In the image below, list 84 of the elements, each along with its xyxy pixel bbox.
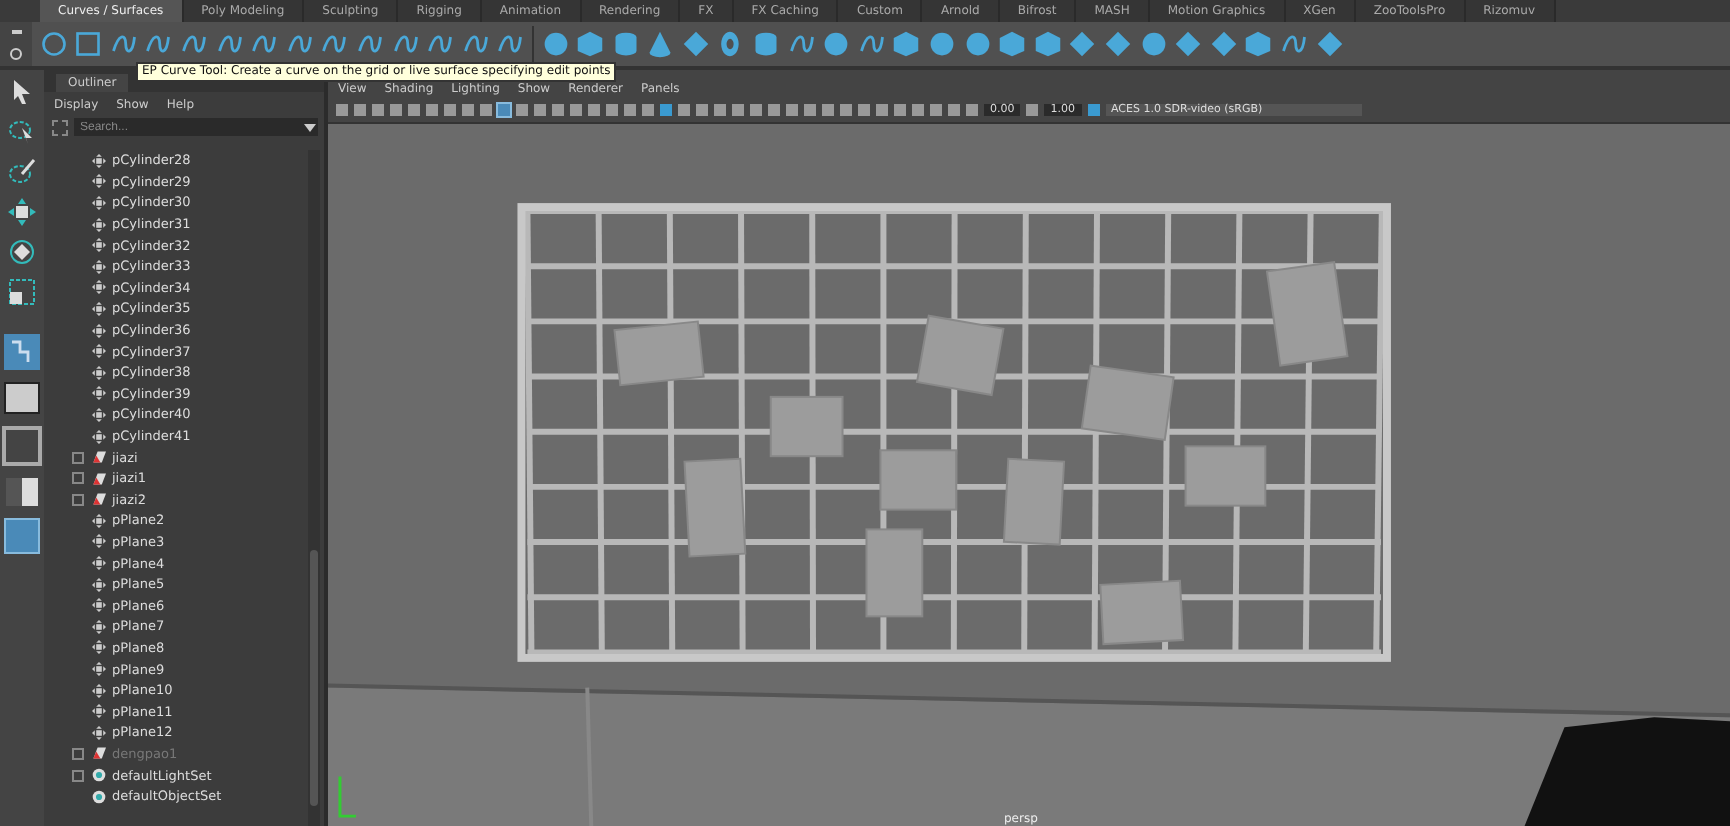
transform-icon	[92, 556, 106, 571]
group-icon	[92, 492, 106, 507]
curve-icon[interactable]	[320, 30, 349, 58]
transform-icon	[92, 344, 106, 359]
sphere-icon[interactable]	[963, 30, 992, 58]
transform-icon	[92, 259, 106, 274]
curve-icon[interactable]	[109, 30, 138, 58]
curve-icon[interactable]	[787, 30, 816, 58]
transform-icon	[92, 619, 106, 634]
group-icon	[92, 471, 106, 486]
paint-tool-icon[interactable]	[8, 158, 36, 186]
expand-box-icon[interactable]	[72, 769, 84, 782]
diamond-icon[interactable]	[1209, 30, 1238, 58]
transform-icon	[92, 640, 106, 655]
transform-icon	[92, 195, 106, 210]
curve-icon[interactable]	[426, 30, 455, 58]
single-pane-layout-icon[interactable]	[4, 382, 40, 414]
transform-icon	[92, 429, 106, 444]
curve-icon[interactable]	[215, 30, 244, 58]
toolbar-icon[interactable]	[1087, 104, 1099, 116]
transform-icon	[92, 238, 106, 253]
curve-icon[interactable]	[250, 30, 279, 58]
transform-icon	[92, 301, 106, 316]
cube-icon[interactable]	[1033, 30, 1062, 58]
cylinder-icon[interactable]	[752, 30, 781, 58]
toolbar-icon[interactable]	[1026, 104, 1039, 116]
select-box-icon[interactable]	[52, 119, 68, 135]
sphere-icon[interactable]	[928, 30, 957, 58]
sphere-icon[interactable]	[541, 30, 569, 58]
curve-icon[interactable]	[857, 30, 886, 58]
expand-box-icon[interactable]	[72, 451, 84, 464]
rotate-tool-icon[interactable]	[8, 238, 36, 266]
expand-box-icon[interactable]	[72, 493, 84, 506]
diamond-icon[interactable]	[1174, 30, 1203, 58]
curve-icon[interactable]	[1279, 30, 1308, 58]
transform-icon	[92, 513, 106, 528]
transform-icon	[92, 598, 106, 613]
torus-icon[interactable]	[716, 30, 745, 58]
cylinder-icon[interactable]	[611, 30, 640, 58]
diamond-icon[interactable]	[1315, 30, 1344, 58]
scale-tool-icon[interactable]	[8, 278, 36, 306]
group-icon	[92, 746, 106, 761]
cube-icon[interactable]	[892, 30, 921, 58]
curve-icon[interactable]	[461, 30, 490, 58]
cube-icon[interactable]	[576, 30, 605, 58]
transform-icon	[92, 217, 106, 232]
curve-tool-button[interactable]	[4, 334, 40, 370]
transform-icon	[92, 534, 106, 549]
expand-box-icon[interactable]	[72, 472, 84, 485]
cube-icon[interactable]	[1244, 30, 1273, 58]
curve-icon[interactable]	[285, 30, 314, 58]
outliner-layout-button[interactable]	[4, 518, 40, 554]
transform-icon	[92, 725, 106, 740]
transform-icon	[92, 280, 106, 295]
transform-icon	[92, 662, 106, 677]
diamond-icon[interactable]	[1068, 30, 1097, 58]
move-tool-icon[interactable]	[8, 198, 36, 226]
four-pane-layout-icon[interactable]	[2, 426, 42, 466]
cube-icon[interactable]	[998, 30, 1027, 58]
sphere-icon[interactable]	[1139, 30, 1168, 58]
transform-icon	[92, 407, 106, 422]
curve-icon[interactable]	[355, 30, 384, 58]
curve-icon[interactable]	[144, 30, 173, 58]
diamond-icon[interactable]	[1104, 30, 1132, 58]
transform-icon	[92, 386, 106, 401]
transform-icon	[92, 577, 106, 592]
transform-icon	[92, 323, 106, 338]
transform-icon	[92, 174, 106, 189]
square-icon[interactable]	[74, 30, 103, 58]
transform-icon	[92, 683, 106, 698]
two-pane-layout-icon[interactable]	[6, 478, 38, 506]
expand-box-icon[interactable]	[72, 747, 84, 760]
curve-icon[interactable]	[391, 30, 420, 58]
transform-icon	[92, 365, 106, 380]
group-icon	[92, 450, 106, 465]
curve-icon[interactable]	[496, 30, 525, 58]
sphere-icon[interactable]	[822, 30, 851, 58]
cone-icon[interactable]	[646, 30, 675, 58]
curve-icon[interactable]	[179, 30, 208, 58]
scrollbar[interactable]	[308, 150, 320, 826]
circle-icon[interactable]	[39, 30, 68, 58]
transform-icon	[92, 704, 106, 719]
transform-icon	[92, 153, 106, 168]
diamond-icon[interactable]	[681, 30, 710, 58]
